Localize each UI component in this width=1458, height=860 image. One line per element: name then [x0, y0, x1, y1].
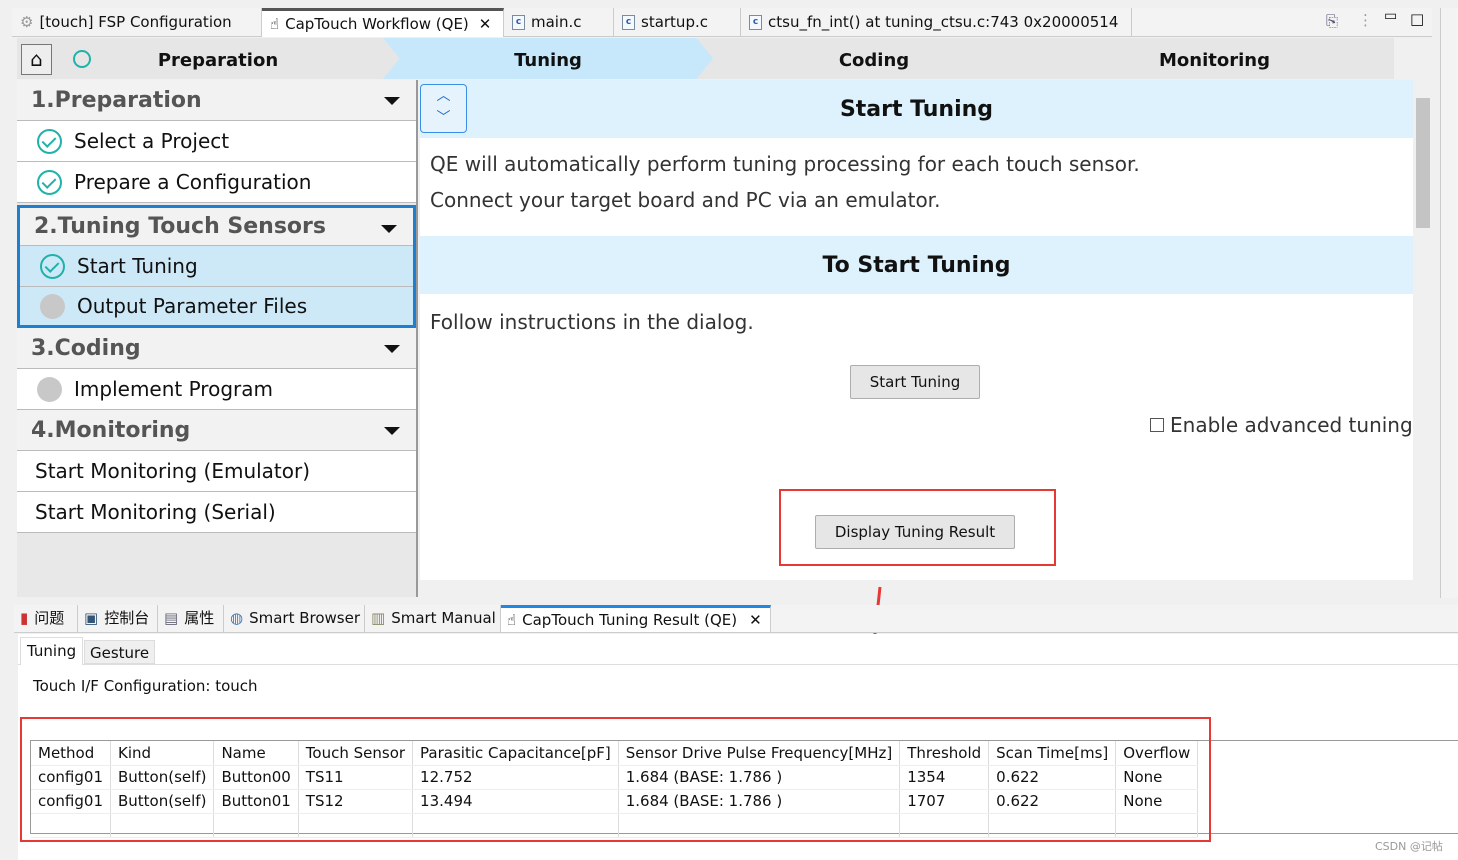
caret-down-icon — [384, 97, 400, 105]
pending-icon — [37, 376, 62, 402]
step-monitoring[interactable]: Monitoring — [1035, 38, 1394, 79]
config-label: Touch I/F Configuration: touch — [33, 677, 258, 695]
check-icon — [73, 50, 91, 68]
tab-captouch-tuning-result[interactable]: ☝ CapTouch Tuning Result (QE) ✕ — [501, 605, 771, 632]
section-preparation[interactable]: 1.Preparation — [17, 80, 416, 121]
subtab-tuning[interactable]: Tuning — [20, 637, 84, 665]
item-monitoring-serial[interactable]: Start Monitoring (Serial) — [17, 492, 416, 533]
workflow-sidebar: 1.Preparation Select a Project Prepare a… — [17, 80, 418, 597]
hand-icon: ☝ — [507, 610, 517, 629]
pending-icon — [40, 293, 65, 319]
workflow-step-bar: ⌂ Preparation Tuning Coding Monitoring — [17, 38, 1394, 79]
c-file-icon: c — [512, 15, 525, 30]
maximize-icon[interactable]: □ — [1410, 10, 1424, 28]
highlight-box-table — [20, 717, 1211, 842]
section-tuning-group: 2.Tuning Touch Sensors Start Tuning Outp… — [17, 205, 416, 328]
caret-down-icon — [384, 427, 400, 435]
chevron-down-icon: ﹀ — [436, 110, 451, 126]
tab-problems[interactable]: ▮ 问题 — [14, 605, 78, 632]
console-icon: ▣ — [84, 609, 99, 627]
c-file-icon: c — [749, 15, 762, 30]
watermark: CSDN @记帖 — [1375, 840, 1443, 853]
tab-smart-manual[interactable]: ▥ Smart Manual — [365, 605, 501, 632]
tab-console[interactable]: ▣ 控制台 — [78, 605, 158, 632]
home-icon[interactable]: ⌂ — [21, 44, 52, 75]
close-icon[interactable]: ✕ — [479, 12, 492, 37]
check-icon — [37, 169, 62, 195]
caret-down-icon — [384, 345, 400, 353]
item-output-parameter-files[interactable]: Output Parameter Files — [20, 287, 413, 325]
description-text-2: Connect your target board and PC via an … — [430, 188, 941, 212]
tab-properties[interactable]: ▤ 属性 — [158, 605, 224, 632]
tab-captouch-workflow[interactable]: ☝ CapTouch Workflow (QE) ✕ — [262, 8, 504, 37]
vertical-scrollbar[interactable] — [1413, 80, 1433, 580]
item-select-project[interactable]: Select a Project — [17, 121, 416, 162]
globe-icon: ◍ — [230, 609, 244, 627]
item-start-tuning[interactable]: Start Tuning — [20, 246, 413, 287]
subtab-gesture[interactable]: Gesture — [84, 640, 156, 664]
advanced-tuning-checkbox[interactable]: Enable advanced tuning — [1150, 413, 1413, 437]
start-tuning-button[interactable]: Start Tuning — [850, 365, 980, 399]
description-text: QE will automatically perform tuning pro… — [430, 152, 1140, 176]
more-icon[interactable]: ⋮ — [1358, 11, 1373, 29]
chevron-up-icon: ︿ — [436, 88, 451, 104]
item-implement-program[interactable]: Implement Program — [17, 369, 416, 410]
item-prepare-configuration[interactable]: Prepare a Configuration — [17, 162, 416, 203]
checkbox-box[interactable] — [1150, 418, 1164, 432]
right-trim — [1440, 8, 1458, 598]
tab-main-c[interactable]: c main.c — [504, 8, 614, 37]
collapse-toggle[interactable]: ︿ ﹀ — [420, 84, 467, 133]
bottom-tab-bar: ▮ 问题 ▣ 控制台 ▤ 属性 ◍ Smart Browser ▥ Smart Manua… — [14, 605, 1458, 633]
c-file-icon: c — [622, 15, 635, 30]
step-preparation[interactable]: Preparation — [107, 38, 329, 79]
heading-start-tuning: Start Tuning — [420, 80, 1413, 138]
section-tuning[interactable]: 2.Tuning Touch Sensors — [20, 208, 413, 246]
problems-icon: ▮ — [20, 609, 29, 627]
view-menu-icon[interactable]: ⎘ — [1326, 12, 1338, 30]
tab-startup-c[interactable]: c startup.c — [614, 8, 741, 37]
tab-smart-browser[interactable]: ◍ Smart Browser — [224, 605, 365, 632]
step-coding[interactable]: Coding — [713, 38, 1035, 79]
section-monitoring[interactable]: 4.Monitoring — [17, 410, 416, 451]
caret-down-icon — [381, 225, 397, 233]
check-icon — [40, 253, 65, 279]
highlight-box — [779, 489, 1056, 566]
tab-fsp-configuration[interactable]: ⚙ [touch] FSP Configuration — [12, 8, 262, 37]
gear-icon: ⚙ — [20, 13, 34, 31]
instruction-text: Follow instructions in the dialog. — [430, 310, 754, 334]
book-icon: ▥ — [371, 609, 386, 627]
section-coding[interactable]: 3.Coding — [17, 328, 416, 369]
item-monitoring-emulator[interactable]: Start Monitoring (Emulator) — [17, 451, 416, 492]
heading-to-start-tuning: To Start Tuning — [420, 236, 1413, 294]
step-tuning[interactable]: Tuning — [383, 38, 713, 79]
properties-icon: ▤ — [164, 609, 179, 627]
close-icon[interactable]: ✕ — [749, 607, 762, 634]
editor-tab-bar: ⚙ [touch] FSP Configuration ☝ CapTouch Wor… — [12, 8, 1432, 37]
tab-ctsu-fn-int[interactable]: c ctsu_fn_int() at tuning_ctsu.c:743 0x20… — [741, 8, 1132, 37]
minimize-icon[interactable]: ▭ — [1384, 8, 1397, 24]
check-icon — [37, 128, 62, 154]
hand-icon: ☝ — [270, 14, 280, 33]
horizontal-scrollbar[interactable] — [420, 580, 1413, 596]
